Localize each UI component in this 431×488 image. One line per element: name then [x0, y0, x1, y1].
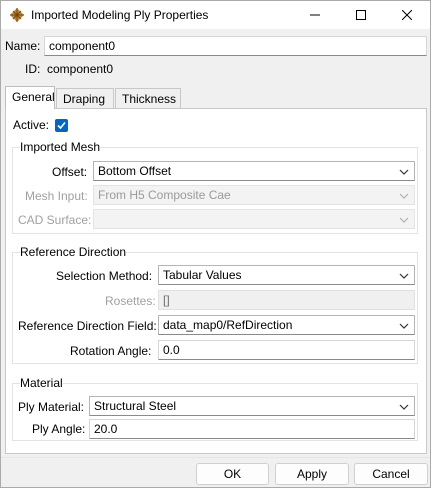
app-logo-icon [9, 7, 25, 23]
chevron-down-icon [399, 273, 409, 279]
chevron-down-icon [399, 323, 409, 329]
offset-dropdown[interactable]: Bottom Offset [93, 161, 415, 181]
chevron-down-icon [399, 193, 409, 199]
close-icon [402, 10, 412, 20]
maximize-icon [356, 10, 366, 20]
ok-button[interactable]: OK [196, 463, 269, 485]
close-button[interactable] [384, 1, 430, 29]
selection-method-dropdown[interactable]: Tabular Values [158, 265, 415, 285]
footer-divider [1, 457, 430, 458]
reference-direction-title: Reference Direction [20, 245, 127, 259]
rosettes-label: Rosettes: [105, 294, 156, 308]
chevron-down-icon [399, 217, 409, 223]
tab-general[interactable]: General [5, 86, 55, 109]
chevron-down-icon [399, 169, 409, 175]
offset-value: Bottom Offset [98, 164, 172, 178]
ply-material-dropdown[interactable]: Structural Steel [89, 396, 415, 416]
imported-mesh-title: Imported Mesh [20, 140, 101, 154]
active-label: Active: [13, 118, 50, 132]
name-label: Name: [5, 39, 41, 53]
window-title: Imported Modeling Ply Properties [31, 8, 209, 22]
minimize-button[interactable] [292, 1, 338, 29]
ply-material-label: Ply Material: [18, 400, 85, 414]
rotation-angle-label: Rotation Angle: [70, 344, 152, 358]
mesh-input-label: Mesh Input: [25, 189, 88, 203]
cad-surface-dropdown [93, 209, 415, 229]
apply-button[interactable]: Apply [275, 463, 349, 485]
reference-direction-field-label: Reference Direction Field: [18, 319, 157, 333]
reference-direction-field-dropdown[interactable]: data_map0/RefDirection [158, 315, 415, 335]
rotation-angle-field[interactable]: 0.0 [158, 340, 415, 360]
cad-surface-label: CAD Surface: [18, 213, 92, 227]
mesh-input-value: From H5 Composite Cae [98, 188, 231, 202]
cancel-button[interactable]: Cancel [354, 463, 428, 485]
tab-draping[interactable]: Draping [56, 88, 114, 108]
mesh-input-dropdown: From H5 Composite Cae [93, 185, 415, 205]
id-label: ID: [25, 62, 41, 76]
dialog-window: Imported Modeling Ply Properties Name: c… [0, 0, 431, 488]
id-value: component0 [47, 62, 114, 76]
reference-direction-field-value: data_map0/RefDirection [163, 318, 293, 332]
active-checkbox[interactable] [55, 119, 68, 132]
ply-angle-field[interactable]: 20.0 [89, 419, 415, 439]
checkmark-icon [57, 121, 66, 130]
title-bar[interactable]: Imported Modeling Ply Properties [1, 1, 430, 29]
ply-material-value: Structural Steel [94, 399, 177, 413]
tab-thickness[interactable]: Thickness [115, 88, 181, 108]
material-title: Material [20, 376, 63, 390]
selection-method-value: Tabular Values [163, 268, 242, 282]
minimize-icon [310, 14, 320, 16]
maximize-button[interactable] [338, 1, 384, 29]
name-field[interactable]: component0 [44, 36, 427, 56]
chevron-down-icon [399, 404, 409, 410]
selection-method-label: Selection Method: [56, 269, 153, 283]
ply-angle-label: Ply Angle: [32, 422, 86, 436]
rosettes-field: [] [158, 290, 415, 310]
offset-label: Offset: [52, 165, 88, 179]
